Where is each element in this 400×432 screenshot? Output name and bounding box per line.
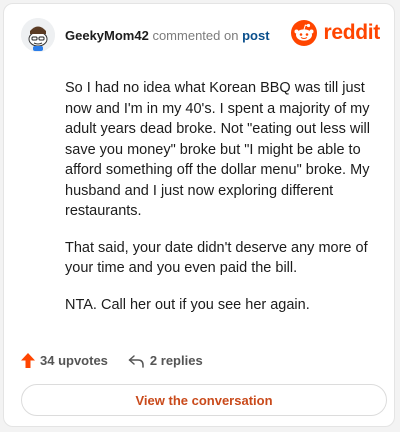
upvote-arrow-icon bbox=[21, 353, 35, 368]
user-avatar-icon[interactable] bbox=[21, 18, 55, 52]
comment-header: GeekyMom42 commented on post bbox=[21, 18, 270, 52]
comment-actions: 34 upvotes 2 replies bbox=[21, 353, 203, 368]
reply-arrow-icon bbox=[128, 354, 144, 368]
comment-body: So I had no idea what Korean BBQ was til… bbox=[65, 78, 381, 331]
comment-paragraph: NTA. Call her out if you see her again. bbox=[65, 296, 310, 313]
upvote-count: 34 upvotes bbox=[40, 353, 108, 368]
upvote-button[interactable]: 34 upvotes bbox=[21, 353, 108, 368]
action-text: commented on bbox=[152, 27, 239, 43]
comment-paragraph: That said, your date didn't deserve any … bbox=[65, 239, 368, 277]
reddit-alien-icon bbox=[291, 20, 318, 46]
post-link[interactable]: post bbox=[242, 28, 269, 43]
comment-meta: GeekyMom42 commented on post bbox=[65, 28, 270, 43]
replies-button[interactable]: 2 replies bbox=[128, 353, 203, 368]
comment-paragraph: So I had no idea what Korean BBQ was til… bbox=[65, 80, 370, 219]
username[interactable]: GeekyMom42 bbox=[65, 28, 149, 43]
comment-card: GeekyMom42 commented on post reddit So I… bbox=[3, 3, 395, 427]
reddit-wordmark: reddit bbox=[323, 21, 380, 44]
reply-count: 2 replies bbox=[149, 353, 203, 368]
reddit-logo[interactable]: reddit bbox=[291, 20, 380, 46]
view-conversation-button[interactable]: View the conversation bbox=[21, 384, 387, 416]
